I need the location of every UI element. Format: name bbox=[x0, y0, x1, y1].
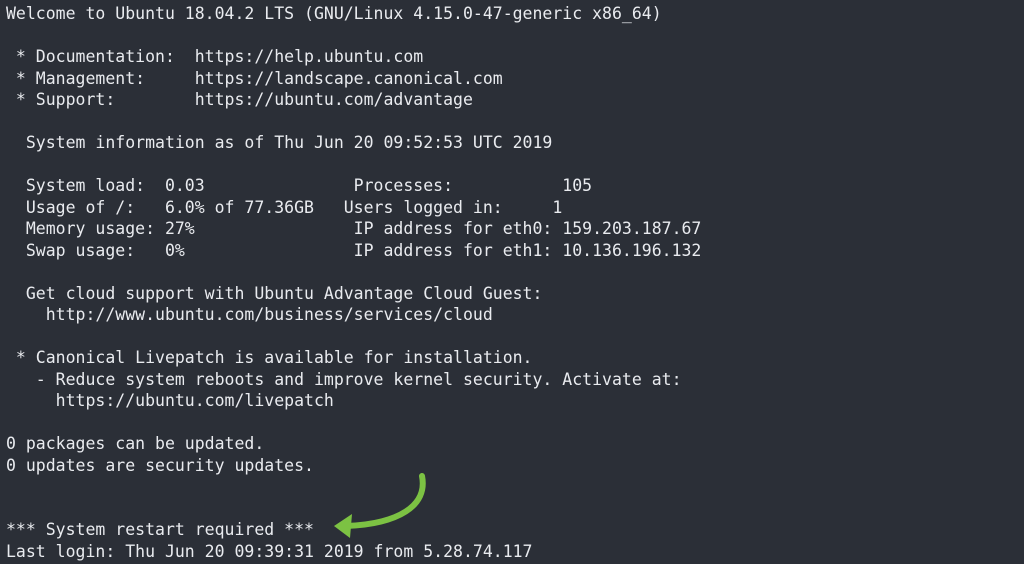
terminal-line-packages: 0 packages can be updated. bbox=[6, 434, 265, 453]
terminal-line-livepatch-url: https://ubuntu.com/livepatch bbox=[6, 391, 334, 410]
terminal-line-swap-usage: Swap usage: 0% IP address for eth1: 10.1… bbox=[6, 240, 702, 260]
terminal-line-system-info-header: System information as of Thu Jun 20 09:5… bbox=[6, 133, 553, 152]
terminal-line-welcome: Welcome to Ubuntu 18.04.2 LTS (GNU/Linux… bbox=[6, 4, 662, 23]
terminal-line-disk-usage: Usage of /: 6.0% of 77.36GB Users logged… bbox=[6, 197, 563, 217]
terminal-line-cloud-url: http://www.ubuntu.com/business/services/… bbox=[6, 305, 493, 324]
curved-arrow-icon bbox=[334, 473, 426, 538]
terminal-window[interactable]: Welcome to Ubuntu 18.04.2 LTS (GNU/Linux… bbox=[0, 0, 1024, 564]
terminal-line-last-login: Last login: Thu Jun 20 09:39:31 2019 fro… bbox=[6, 541, 533, 561]
terminal-line-livepatch: * Canonical Livepatch is available for i… bbox=[6, 348, 533, 367]
terminal-line-restart-required: *** System restart required *** bbox=[6, 520, 314, 539]
terminal-line-management: * Management: https://landscape.canonica… bbox=[6, 68, 503, 88]
terminal-line-security-updates: 0 updates are security updates. bbox=[6, 455, 314, 475]
terminal-line-livepatch-detail: - Reduce system reboots and improve kern… bbox=[6, 369, 682, 389]
terminal-line-support: * Support: https://ubuntu.com/advantage bbox=[6, 90, 473, 109]
terminal-line-system-load: System load: 0.03 Processes: 105 bbox=[6, 176, 593, 195]
terminal-line-memory-usage: Memory usage: 27% IP address for eth0: 1… bbox=[6, 219, 702, 238]
terminal-line-documentation: * Documentation: https://help.ubuntu.com bbox=[6, 47, 424, 66]
terminal-line-cloud-support: Get cloud support with Ubuntu Advantage … bbox=[6, 283, 543, 303]
